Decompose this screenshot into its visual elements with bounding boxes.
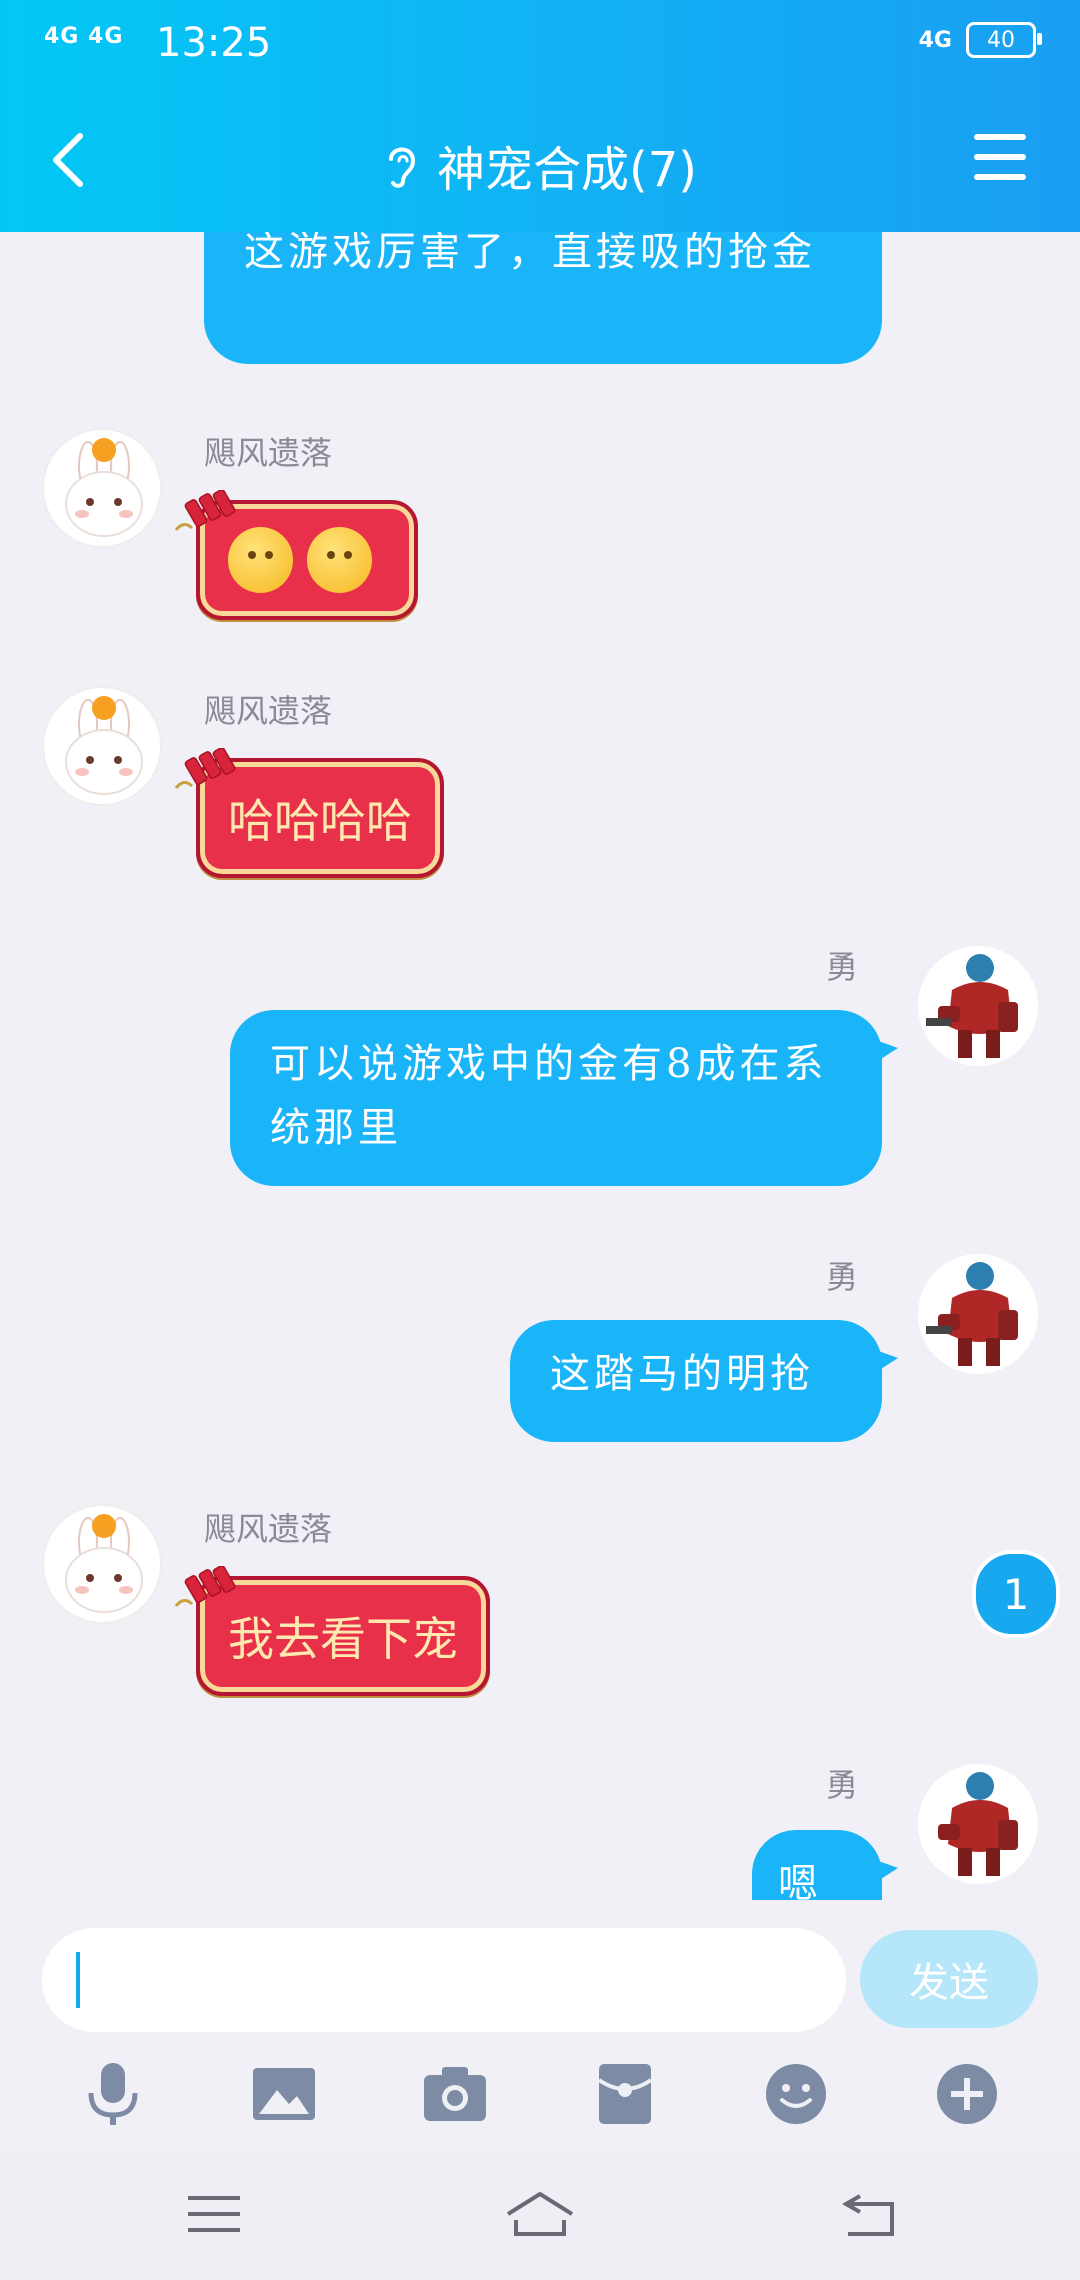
signal-indicator: 4G 4G bbox=[44, 24, 124, 49]
robot-avatar-icon bbox=[926, 1262, 1018, 1366]
firecracker-icon bbox=[174, 1566, 236, 1607]
menu-nav-icon[interactable] bbox=[184, 2190, 244, 2240]
composer: 发送 bbox=[0, 1900, 1080, 2036]
back-nav-icon[interactable] bbox=[840, 2190, 900, 2240]
emoji-icon[interactable] bbox=[761, 2059, 831, 2129]
avatar[interactable] bbox=[42, 1504, 162, 1624]
sender-name: 飓风遗落 bbox=[204, 1510, 333, 1548]
clock: 13:25 bbox=[156, 20, 272, 66]
sender-name: 勇 bbox=[826, 1766, 859, 1804]
ear-icon bbox=[389, 147, 416, 188]
network-indicator: 4G bbox=[918, 27, 952, 53]
status-bar: 4G 4G 13:25 4G 40 bbox=[44, 20, 1042, 70]
chat-title: 神宠合成(7) bbox=[0, 130, 1080, 200]
message-text: 可以说游戏中的金有8成在系统那里 bbox=[270, 1041, 828, 1151]
message-bubble[interactable]: 这游戏厉害了，直接吸的抢金 bbox=[204, 232, 882, 364]
message-text: 我去看下宠 bbox=[228, 1612, 458, 1666]
microphone-icon[interactable] bbox=[78, 2059, 148, 2129]
robot-avatar-icon bbox=[938, 1772, 1018, 1876]
sender-name: 勇 bbox=[826, 1258, 859, 1296]
emoji-icon bbox=[228, 527, 293, 593]
message-bubble[interactable]: 这踏马的明抢 bbox=[510, 1320, 898, 1442]
sender-name: 飓风遗落 bbox=[204, 692, 333, 730]
sender-name: 勇 bbox=[826, 948, 859, 986]
unread-count-badge[interactable]: 1 bbox=[972, 1550, 1060, 1638]
message-input[interactable] bbox=[42, 1928, 846, 2032]
message-bubble[interactable] bbox=[174, 490, 418, 620]
rabbit-avatar-icon bbox=[65, 1514, 143, 1613]
system-nav-bar bbox=[0, 2152, 1080, 2280]
message-bubble[interactable]: 可以说游戏中的金有8成在系统那里 bbox=[230, 1010, 898, 1186]
composer-toolbar bbox=[0, 2036, 1080, 2152]
nav-bar: 神宠合成(7) bbox=[0, 110, 1080, 210]
home-icon[interactable] bbox=[504, 2190, 576, 2240]
message-bubble[interactable]: 我去看下宠 bbox=[174, 1566, 490, 1696]
rabbit-avatar-icon bbox=[65, 438, 143, 537]
app-header: 4G 4G 13:25 4G 40 神宠合成(7) bbox=[0, 0, 1080, 232]
avatar[interactable] bbox=[42, 686, 162, 806]
rabbit-avatar-icon bbox=[65, 696, 143, 795]
image-icon[interactable] bbox=[249, 2059, 319, 2129]
sender-name: 飓风遗落 bbox=[204, 434, 333, 472]
text-cursor bbox=[76, 1952, 80, 2008]
avatar[interactable] bbox=[918, 946, 1038, 1066]
camera-icon[interactable] bbox=[420, 2059, 490, 2129]
message-bubble[interactable]: 嗯 bbox=[752, 1830, 898, 1900]
firecracker-icon bbox=[174, 748, 236, 789]
page-title: 神宠合成(7) bbox=[437, 142, 697, 198]
menu-icon[interactable] bbox=[974, 134, 1026, 180]
status-right: 4G 40 bbox=[918, 22, 1042, 58]
red-packet-icon[interactable] bbox=[590, 2059, 660, 2129]
battery-icon: 40 bbox=[966, 22, 1042, 58]
message-list[interactable]: 这游戏厉害了，直接吸的抢金 飓风遗落 飓风遗落 哈哈哈哈 勇 可以说游戏中的金有… bbox=[0, 232, 1080, 1900]
message-bubble[interactable]: 哈哈哈哈 bbox=[174, 748, 444, 878]
robot-avatar-icon bbox=[926, 954, 1018, 1058]
message-text: 嗯 bbox=[778, 1861, 822, 1900]
avatar[interactable] bbox=[42, 428, 162, 548]
message-text: 哈哈哈哈 bbox=[228, 794, 412, 848]
message-text: 这游戏厉害了，直接吸的抢金 bbox=[244, 232, 816, 275]
plus-icon[interactable] bbox=[932, 2059, 1002, 2129]
send-button[interactable]: 发送 bbox=[860, 1930, 1038, 2028]
emoji-icon bbox=[307, 527, 372, 593]
avatar[interactable] bbox=[918, 1764, 1038, 1884]
avatar[interactable] bbox=[918, 1254, 1038, 1374]
message-text: 这踏马的明抢 bbox=[550, 1351, 814, 1397]
battery-level: 40 bbox=[987, 27, 1015, 53]
